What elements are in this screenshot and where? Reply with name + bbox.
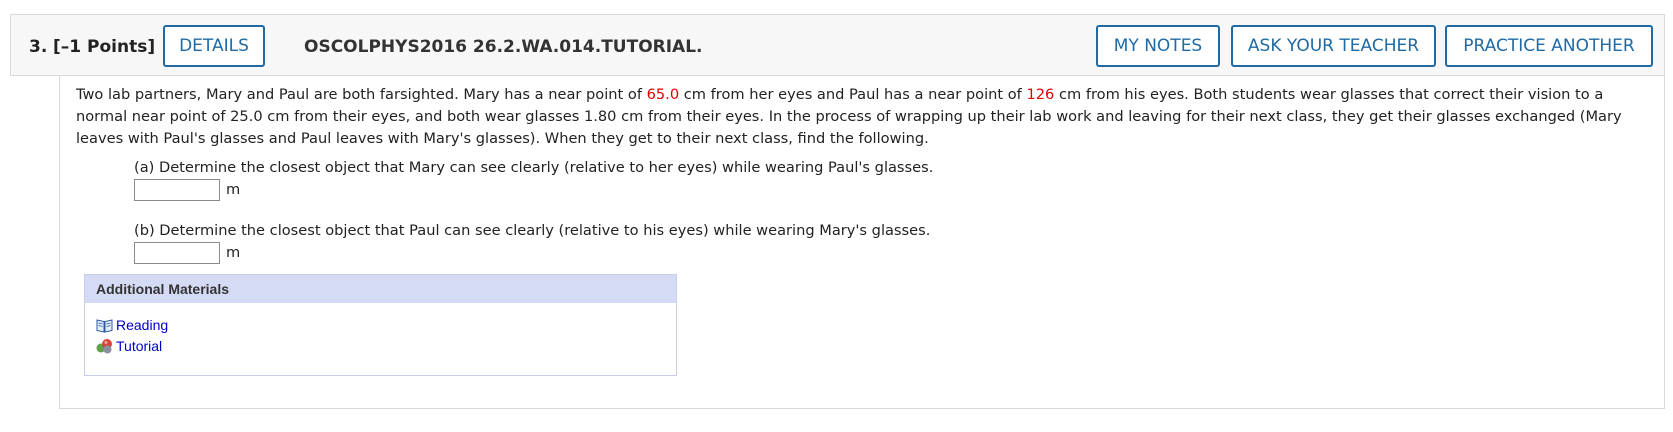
- tutorial-link[interactable]: Tutorial: [96, 338, 162, 354]
- ask-your-teacher-button[interactable]: ASK YOUR TEACHER: [1231, 25, 1436, 67]
- my-notes-button[interactable]: MY NOTES: [1096, 25, 1220, 67]
- part-b-unit: m: [226, 244, 241, 261]
- part-b-answer-input[interactable]: [134, 242, 220, 264]
- question-text-part-2: cm from her eyes and Paul has a near poi…: [679, 86, 1027, 103]
- part-b-prompt: (b) Determine the closest object that Pa…: [134, 222, 931, 239]
- book-icon: [96, 318, 113, 333]
- question-header: 3. [–1 Points] DETAILS OSCOLPHYS2016 26.…: [10, 14, 1665, 76]
- part-a-answer-input[interactable]: [134, 179, 220, 201]
- tutorial-icon: [96, 339, 112, 354]
- question-text-part-1: Two lab partners, Mary and Paul are both…: [76, 86, 647, 103]
- question-number: 3.: [29, 37, 48, 57]
- mary-near-point-value: 65.0: [646, 86, 680, 103]
- additional-materials-title: Additional Materials: [85, 275, 676, 303]
- reading-link[interactable]: Reading: [96, 317, 168, 333]
- practice-another-button[interactable]: PRACTICE ANOTHER: [1445, 25, 1653, 67]
- question-body: Two lab partners, Mary and Paul are both…: [59, 76, 1665, 409]
- additional-materials-panel: Additional Materials Reading Tutorial: [84, 274, 677, 376]
- details-button[interactable]: DETAILS: [163, 25, 265, 67]
- question-code: OSCOLPHYS2016 26.2.WA.014.TUTORIAL.: [304, 37, 703, 57]
- paul-near-point-value: 126: [1026, 86, 1055, 103]
- tutorial-link-label: Tutorial: [116, 338, 163, 354]
- part-a-unit: m: [226, 181, 241, 198]
- reading-link-label: Reading: [116, 317, 169, 333]
- question-points: [–1 Points]: [53, 37, 156, 57]
- question-text: Two lab partners, Mary and Paul are both…: [76, 84, 1654, 150]
- part-a-prompt: (a) Determine the closest object that Ma…: [134, 159, 934, 176]
